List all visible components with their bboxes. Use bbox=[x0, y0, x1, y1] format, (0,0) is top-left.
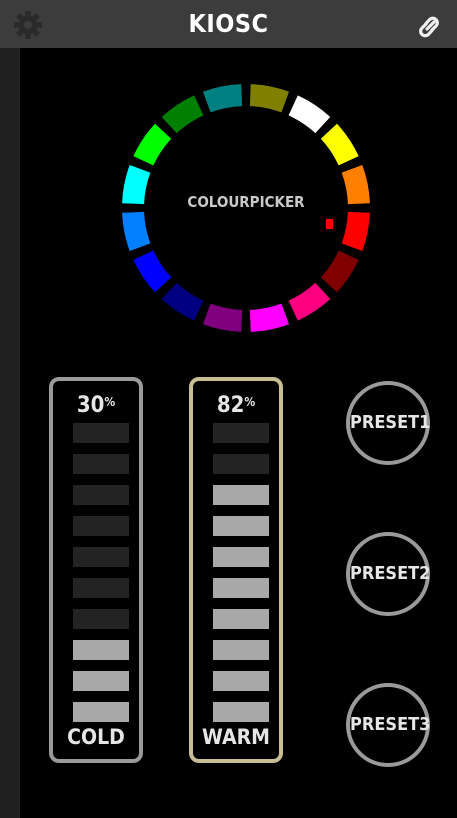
fader-segment bbox=[213, 547, 269, 567]
fader-segment bbox=[213, 578, 269, 598]
fader-segment bbox=[213, 516, 269, 536]
colour-segment[interactable] bbox=[288, 282, 331, 321]
colour-segment[interactable] bbox=[161, 282, 204, 321]
colour-segment[interactable] bbox=[133, 250, 172, 293]
fader-segment bbox=[73, 609, 129, 629]
colour-picker-label: COLOURPICKER bbox=[187, 193, 305, 211]
preset3-button[interactable]: PRESET3 bbox=[346, 683, 430, 767]
fader-segment bbox=[213, 485, 269, 505]
left-edge-bar bbox=[0, 48, 20, 818]
colour-segment[interactable] bbox=[320, 250, 359, 293]
colour-segment[interactable] bbox=[122, 211, 151, 252]
colour-segment[interactable] bbox=[161, 95, 204, 134]
app-title: KIOSC bbox=[188, 9, 269, 38]
fader-segment bbox=[213, 640, 269, 660]
fader-segment bbox=[73, 671, 129, 691]
colour-segment[interactable] bbox=[249, 303, 290, 332]
cold-label: COLD bbox=[67, 725, 125, 749]
warm-percentage: 82% bbox=[216, 393, 256, 418]
colour-segment[interactable] bbox=[202, 303, 243, 332]
fader-segment bbox=[73, 516, 129, 536]
settings-gear-icon[interactable] bbox=[14, 11, 42, 39]
fader-segment bbox=[73, 547, 129, 567]
colour-segment[interactable] bbox=[133, 123, 172, 166]
fader-segment bbox=[73, 454, 129, 474]
preset2-button[interactable]: PRESET2 bbox=[346, 532, 430, 616]
cold-percentage: 30% bbox=[76, 393, 116, 418]
fader-segment bbox=[73, 702, 129, 722]
preset1-button[interactable]: PRESET1 bbox=[346, 381, 430, 465]
fader-segment bbox=[213, 702, 269, 722]
fader-segment bbox=[73, 423, 129, 443]
fader-segment bbox=[213, 671, 269, 691]
colour-segment[interactable] bbox=[288, 95, 331, 134]
warm-label: WARM bbox=[202, 725, 270, 749]
fader-segment bbox=[213, 423, 269, 443]
colour-segment[interactable] bbox=[341, 211, 370, 252]
colour-selection-marker bbox=[326, 219, 333, 229]
fader-segment bbox=[213, 454, 269, 474]
colour-segment[interactable] bbox=[249, 84, 290, 113]
cold-fader[interactable]: 30% COLD bbox=[49, 377, 143, 763]
warm-fader[interactable]: 82% WARM bbox=[189, 377, 283, 763]
colour-segment[interactable] bbox=[202, 84, 243, 113]
fader-segment bbox=[73, 578, 129, 598]
fader-segment bbox=[213, 609, 269, 629]
link-icon[interactable] bbox=[414, 12, 444, 42]
fader-segment bbox=[73, 485, 129, 505]
fader-segment bbox=[73, 640, 129, 660]
colour-segment[interactable] bbox=[320, 123, 359, 166]
